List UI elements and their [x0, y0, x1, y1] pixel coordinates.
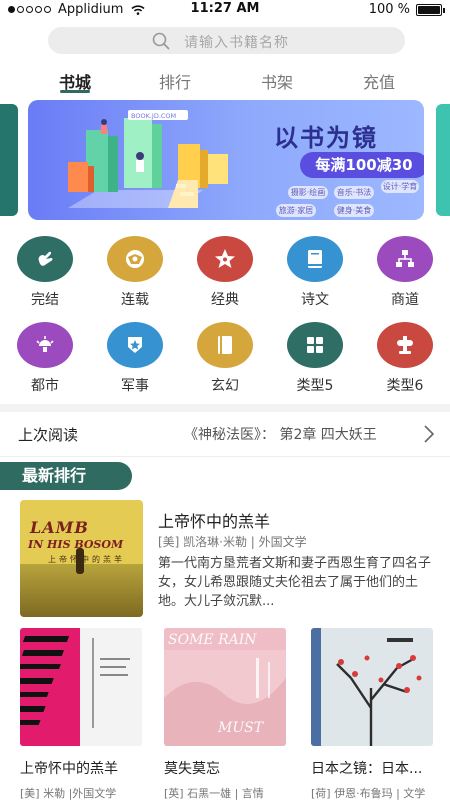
featured-book-title[interactable]: 上帝怀中的羔羊 — [158, 508, 270, 532]
battery-percent: 100 % — [368, 2, 410, 17]
category-type5[interactable]: 类型5 — [279, 322, 351, 395]
last-read-label: 上次阅读 — [18, 426, 79, 444]
hand-icon — [17, 236, 73, 282]
book-card[interactable]: SOME RAIN MUST 莫失莫忘 [英] 石黑一雄 | 言情 — [164, 628, 286, 800]
cover-figure — [76, 548, 84, 574]
book-cover: SOME RAIN MUST — [164, 628, 286, 746]
lamp-icon — [17, 322, 73, 368]
category-label: 商道 — [391, 292, 419, 308]
search-icon — [152, 32, 170, 50]
banner-tag: 设计·学育 — [381, 180, 419, 193]
category-shangdao[interactable]: 商道 — [369, 236, 441, 309]
stand-icon — [377, 322, 433, 368]
book-title: 莫失莫忘 — [164, 761, 220, 777]
book-icon — [287, 236, 343, 282]
featured-book-cover[interactable]: LAMB IN HIS BOSOM 上帝怀中的羔羊 — [20, 500, 143, 617]
banner-title: 以书为镜 — [274, 124, 378, 152]
category-type6[interactable]: 类型6 — [369, 322, 441, 395]
tab-bookshelf[interactable]: 书架 — [247, 69, 307, 93]
battery-icon — [416, 3, 445, 16]
promo-banner[interactable]: BOOK.JD.COM 以书为镜 每满100减30 摄影·绘画 音乐·书法 设计… — [28, 100, 424, 220]
book-title: 上帝怀中的羔羊 — [20, 761, 118, 777]
org-chart-icon — [377, 236, 433, 282]
tab-ranking[interactable]: 排行 — [145, 69, 205, 93]
status-bar: Applidium 11:27 AM 100 % — [0, 0, 450, 20]
svg-text:SOME RAIN: SOME RAIN — [168, 632, 257, 648]
book-meta: [美] 米勒 |外国文学 — [20, 787, 117, 800]
book-cover — [311, 628, 433, 746]
featured-book-description: 第一代南方垦荒者文斯和妻子西恩生育了四名子女，女儿希恩跟随丈夫伦祖去了属于他们的… — [158, 556, 432, 609]
svg-text:MUST: MUST — [217, 720, 265, 736]
banner-next-slide[interactable] — [436, 104, 450, 216]
banner-tag: 音乐·书法 — [334, 186, 374, 199]
search-placeholder: 请输入书籍名称 — [184, 35, 289, 51]
banner-illustration: BOOK.JD.COM — [68, 110, 228, 208]
cover-title: LAMB — [30, 518, 89, 537]
category-label: 军事 — [121, 378, 149, 394]
book-meta: [荷] 伊恩·布鲁玛 | 文学 — [311, 787, 426, 800]
banner-promo-badge: 每满100减30 — [300, 152, 424, 178]
category-label: 完结 — [31, 292, 59, 308]
divider-line — [0, 456, 450, 457]
cover-cn-title: 上帝怀中的羔羊 — [48, 555, 125, 564]
category-label: 经典 — [211, 292, 239, 308]
category-wanjie[interactable]: 完结 — [9, 236, 81, 309]
book-title: 日本之镜：日本... — [311, 761, 423, 777]
category-label: 都市 — [31, 378, 59, 394]
category-label: 类型5 — [296, 378, 334, 394]
ranking-section-header: 最新排行 — [0, 462, 132, 490]
top-tabs: 书城 排行 书架 充值 — [0, 66, 450, 96]
category-shiwen[interactable]: 诗文 — [279, 236, 351, 309]
search-input[interactable]: 请输入书籍名称 — [48, 27, 405, 54]
section-divider — [0, 404, 450, 412]
badge-icon — [107, 322, 163, 368]
svg-text:BOOK.JD.COM: BOOK.JD.COM — [131, 112, 176, 120]
last-read-book: 《神秘法医》： 第2章 四大妖王 — [184, 427, 377, 443]
status-right: 100 % — [368, 2, 445, 17]
category-jingdian[interactable]: 经典 — [189, 236, 261, 309]
star-icon — [197, 236, 253, 282]
ball-icon — [107, 236, 163, 282]
banner-tag: 健身·美食 — [334, 204, 374, 217]
book-meta: [英] 石黑一雄 | 言情 — [164, 787, 264, 800]
banner-tag: 摄影·绘画 — [288, 186, 328, 199]
book-cover — [20, 628, 142, 746]
category-junshi[interactable]: 军事 — [99, 322, 171, 395]
active-tab-indicator — [60, 90, 90, 93]
book-card[interactable]: 日本之镜：日本... [荷] 伊恩·布鲁玛 | 文学 — [311, 628, 433, 800]
category-label: 连载 — [121, 292, 149, 308]
category-dushi[interactable]: 都市 — [9, 322, 81, 395]
category-label: 玄幻 — [211, 378, 239, 394]
category-label: 类型6 — [386, 378, 424, 394]
banner-prev-slide[interactable] — [0, 104, 18, 216]
category-label: 诗文 — [301, 292, 329, 308]
book-card[interactable]: 上帝怀中的羔羊 [美] 米勒 |外国文学 — [20, 628, 142, 800]
category-xuanhuan[interactable]: 玄幻 — [189, 322, 261, 395]
tab-recharge[interactable]: 充值 — [349, 69, 409, 93]
grid-icon — [287, 322, 343, 368]
banner-tag: 旅游·家居 — [276, 204, 316, 217]
category-lianzai[interactable]: 连载 — [99, 236, 171, 309]
notebook-icon — [197, 322, 253, 368]
last-read-row[interactable]: 上次阅读 《神秘法医》： 第2章 四大妖王 — [0, 414, 450, 454]
featured-book-meta: [美] 凯洛琳·米勒 | 外国文学 — [158, 535, 307, 549]
chevron-right-icon — [424, 425, 435, 443]
